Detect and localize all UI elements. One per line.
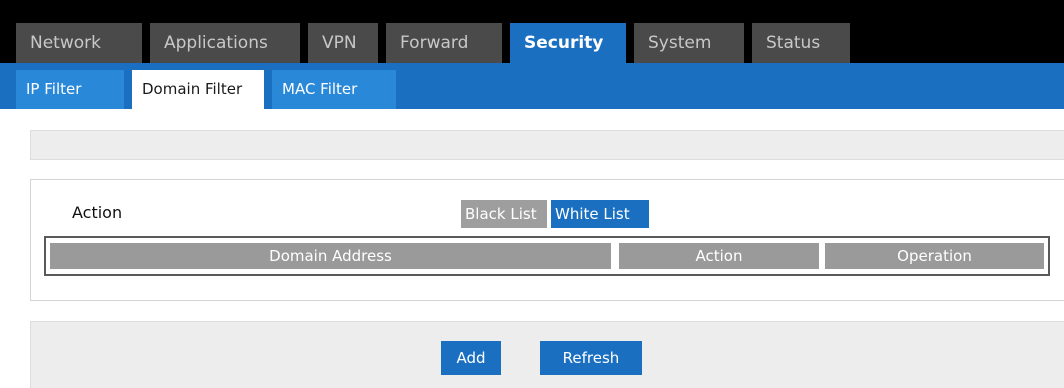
tab-applications[interactable]: Applications [150,23,300,63]
black-list-toggle[interactable]: Black List [461,200,547,228]
tab-vpn[interactable]: VPN [308,23,378,63]
header-domain-address: Domain Address [50,243,611,269]
domain-table: Domain Address Action Operation [44,236,1050,276]
header-action: Action [619,243,819,269]
refresh-button[interactable]: Refresh [540,341,642,375]
action-label: Action [72,203,123,222]
content-area: Action Black List White List Domain Addr… [30,109,1064,388]
header-operation: Operation [825,243,1044,269]
tab-system[interactable]: System [634,23,744,63]
tab-status[interactable]: Status [752,23,850,63]
tab-security[interactable]: Security [510,23,626,63]
add-button[interactable]: Add [441,341,501,375]
main-tabs: Network Applications VPN Forward Securit… [16,23,858,63]
subtab-ip-filter[interactable]: IP Filter [16,70,124,109]
subtab-mac-filter[interactable]: MAC Filter [272,70,396,109]
subtab-domain-filter[interactable]: Domain Filter [132,70,264,109]
tab-network[interactable]: Network [16,23,142,63]
white-list-toggle[interactable]: White List [551,200,649,228]
sub-tabs: IP Filter Domain Filter MAC Filter [16,70,404,109]
tab-forward[interactable]: Forward [386,23,502,63]
info-strip [30,130,1064,160]
